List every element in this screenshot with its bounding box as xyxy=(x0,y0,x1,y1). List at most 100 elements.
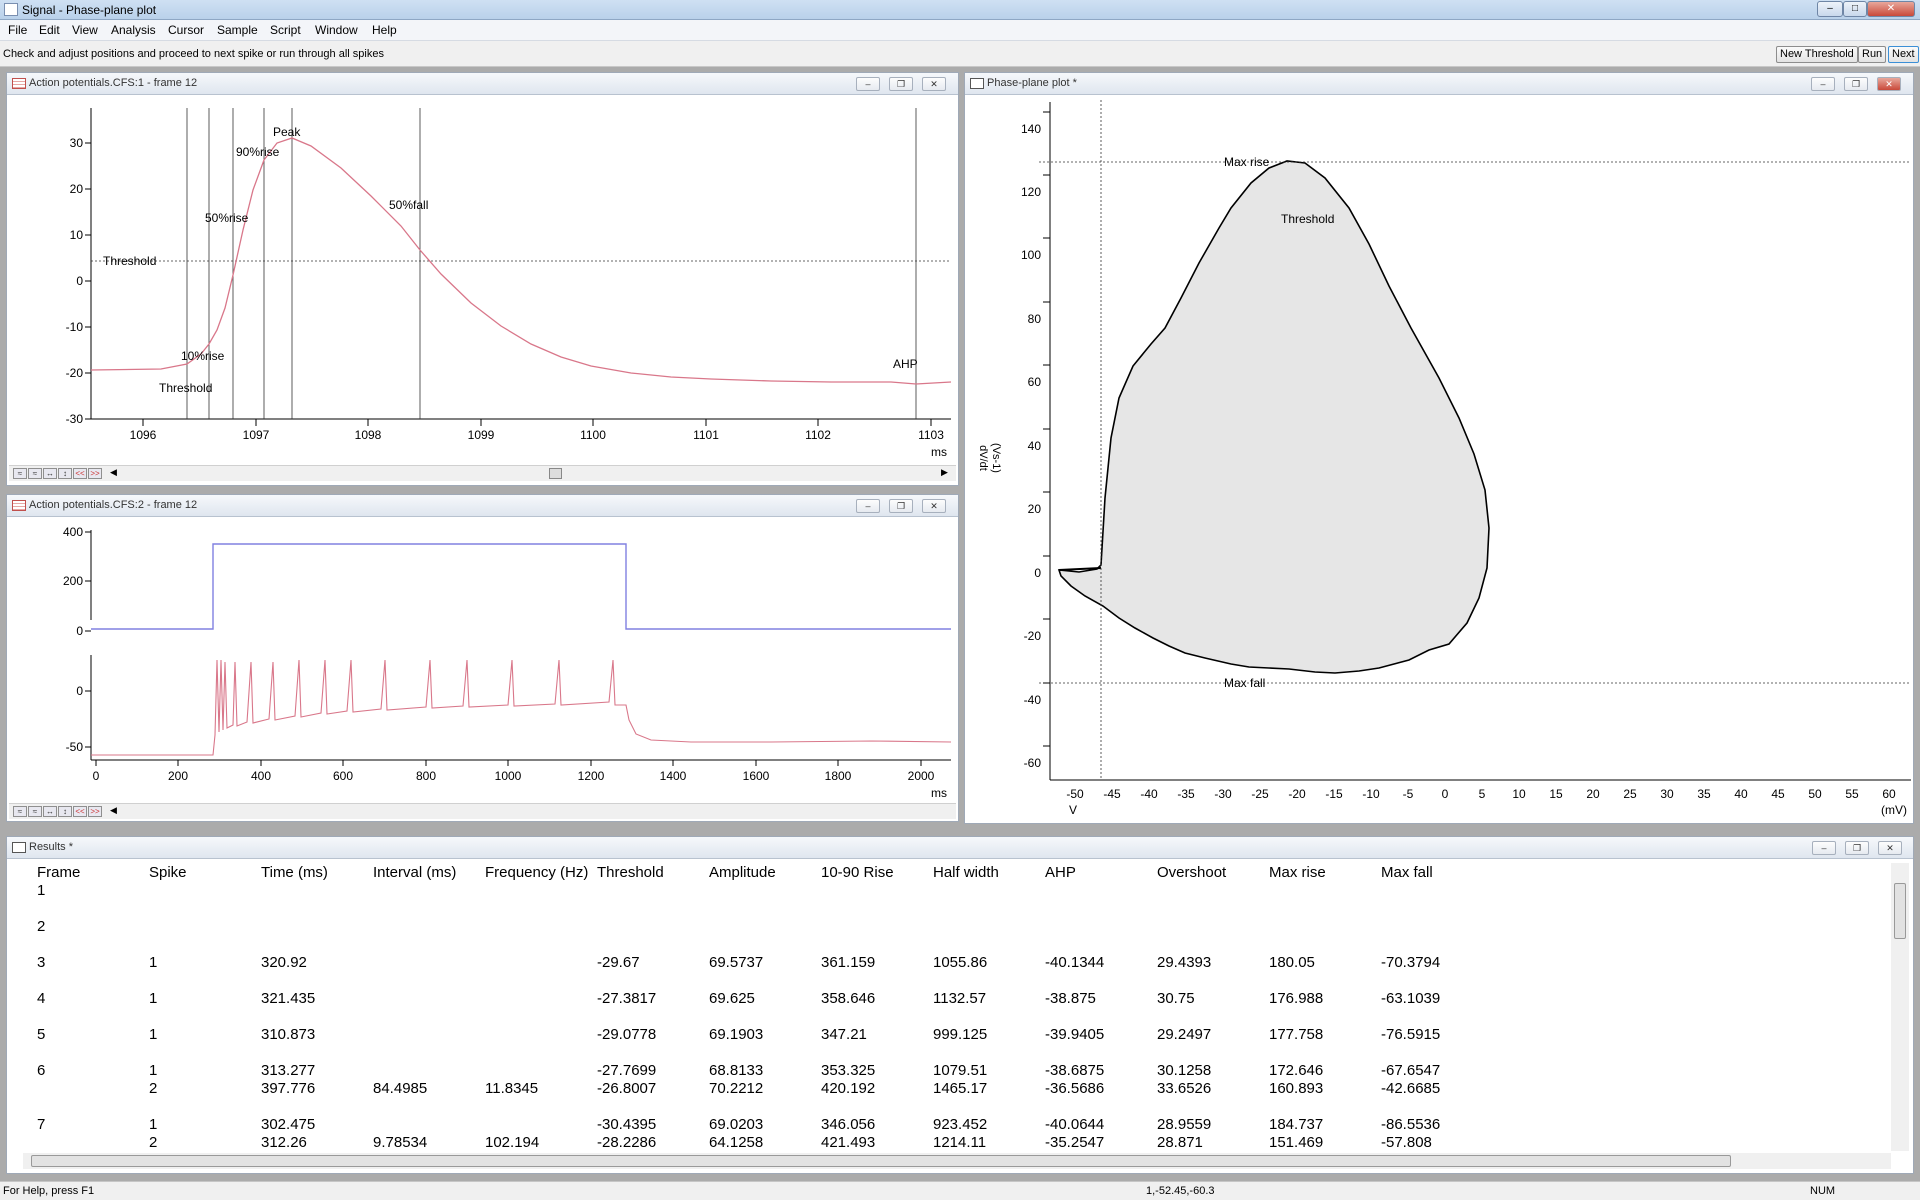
x-tick-label: 0 xyxy=(93,769,100,783)
zoom-icon[interactable]: ↔ xyxy=(43,806,57,817)
cell-time: 313.277 xyxy=(261,1062,316,1079)
scroll-thumb[interactable] xyxy=(1894,883,1906,939)
y-axis-unit: (Vs-1) xyxy=(990,443,1002,473)
x-tick-label: 1097 xyxy=(243,428,270,442)
restore-icon[interactable]: ❐ xyxy=(889,77,913,91)
menu-help[interactable]: Help xyxy=(372,23,397,37)
y-tick-label: 20 xyxy=(70,182,84,196)
data-window-icon xyxy=(12,78,26,89)
trace-tool-icon[interactable]: ≈ xyxy=(13,806,27,817)
x-tick-label: 1400 xyxy=(660,769,687,783)
x-tick-label: -45 xyxy=(1103,787,1121,801)
vertical-cursors[interactable] xyxy=(186,108,917,419)
rise-10-label: 10%rise xyxy=(181,349,225,363)
threshold-v-label: Threshold xyxy=(159,381,212,395)
minimize-icon[interactable]: – xyxy=(1812,841,1836,855)
cell-amplitude: 69.1903 xyxy=(709,1026,764,1043)
menu-cursor[interactable]: Cursor xyxy=(168,23,204,37)
minimize-icon[interactable]: – xyxy=(856,77,880,91)
cell-overshoot: 28.9559 xyxy=(1157,1116,1212,1133)
next-button[interactable]: Next xyxy=(1888,46,1919,63)
results-title: Results * xyxy=(29,841,74,853)
close-icon[interactable]: ✕ xyxy=(1867,1,1915,17)
cell-spike: 1 xyxy=(149,990,158,1007)
phase-plane-plot[interactable]: Max rise Threshold Max fall 140 120 100 … xyxy=(969,98,1911,820)
cell-max-fall: -42.6685 xyxy=(1381,1080,1441,1097)
x-tick-label: 1096 xyxy=(130,428,157,442)
cell-max-fall: -76.5915 xyxy=(1381,1026,1441,1043)
y-tick-label: 20 xyxy=(1028,502,1042,516)
minimize-icon[interactable]: – xyxy=(1817,1,1843,17)
x-unit-label: ms xyxy=(931,786,947,800)
threshold-label: Threshold xyxy=(1281,212,1334,226)
ap-trace-plot[interactable]: 30 20 10 0 -10 -20 -30 1096 1097 1098 10… xyxy=(11,98,955,462)
expand-icon[interactable]: ↕ xyxy=(58,468,72,479)
restore-icon[interactable]: ❐ xyxy=(889,499,913,513)
menu-analysis[interactable]: Analysis xyxy=(111,23,156,37)
trace-tool-icon[interactable]: ≈ xyxy=(13,468,27,479)
menu-sample[interactable]: Sample xyxy=(217,23,258,37)
header-max-rise: Max rise xyxy=(1269,864,1326,881)
frame-forward-icon[interactable]: >> xyxy=(88,468,102,479)
close-icon[interactable]: ✕ xyxy=(922,499,946,513)
overdraw-icon[interactable]: ≈ xyxy=(28,806,42,817)
cursor-coordinates: 1,-52.45,-60.3 xyxy=(1146,1185,1215,1197)
maximize-icon[interactable]: □ xyxy=(1843,1,1867,17)
cell-overshoot: 30.75 xyxy=(1157,990,1195,1007)
cell-spike: 1 xyxy=(149,954,158,971)
restore-icon[interactable]: ❐ xyxy=(1845,841,1869,855)
minimize-icon[interactable]: – xyxy=(856,499,880,513)
window-1-header: Action potentials.CFS:1 - frame 12 – ❐ ✕ xyxy=(7,73,958,95)
minimize-icon[interactable]: – xyxy=(1811,77,1835,91)
cell-rise: 421.493 xyxy=(821,1134,876,1151)
cell-rise: 347.21 xyxy=(821,1026,867,1043)
close-icon[interactable]: ✕ xyxy=(1877,77,1901,91)
max-fall-label: Max fall xyxy=(1224,676,1265,690)
x-tick-label: 1098 xyxy=(355,428,382,442)
expand-icon[interactable]: ↕ xyxy=(58,806,72,817)
cell-time: 397.776 xyxy=(261,1080,316,1097)
frame-back-icon[interactable]: << xyxy=(73,806,87,817)
scroll-left-icon[interactable]: ◀ xyxy=(110,805,117,816)
x-tick-label: 50 xyxy=(1808,787,1822,801)
close-icon[interactable]: ✕ xyxy=(922,77,946,91)
menu-window[interactable]: Window xyxy=(315,23,358,37)
menu-edit[interactable]: Edit xyxy=(39,23,60,37)
window-2-scrollbar[interactable]: ≈ ≈ ↔ ↕ << >> ◀ xyxy=(9,803,956,819)
close-icon[interactable]: ✕ xyxy=(1878,841,1902,855)
num-lock-indicator: NUM xyxy=(1810,1185,1836,1197)
x-tick-label: 1100 xyxy=(580,428,606,442)
menu-script[interactable]: Script xyxy=(270,23,301,37)
protocol-plot[interactable]: 400 200 0 0 -50 0 200 400 600 800 1000 1… xyxy=(11,520,955,802)
y-tick-label: 200 xyxy=(63,574,83,588)
run-button[interactable]: Run xyxy=(1858,46,1887,63)
frame-back-icon[interactable]: << xyxy=(73,468,87,479)
frame-forward-icon[interactable]: >> xyxy=(88,806,102,817)
overdraw-icon[interactable]: ≈ xyxy=(28,468,42,479)
new-threshold-button[interactable]: New Threshold xyxy=(1776,46,1858,63)
y-tick-label: 400 xyxy=(63,525,83,539)
menu-view[interactable]: View xyxy=(72,23,98,37)
y-tick-label: 0 xyxy=(1034,566,1041,580)
menu-file[interactable]: File xyxy=(8,23,27,37)
cell-max-fall: -86.5536 xyxy=(1381,1116,1441,1133)
cell-max-rise: 177.758 xyxy=(1269,1026,1324,1043)
cell-max-rise: 180.05 xyxy=(1269,954,1315,971)
x-tick-label: 35 xyxy=(1697,787,1711,801)
zoom-icon[interactable]: ↔ xyxy=(43,468,57,479)
cell-spike: 2 xyxy=(149,1134,158,1151)
cell-overshoot: 29.4393 xyxy=(1157,954,1212,971)
scroll-thumb[interactable] xyxy=(549,468,562,479)
cell-time: 310.873 xyxy=(261,1026,316,1043)
window-1-scrollbar[interactable]: ≈ ≈ ↔ ↕ << >> ◀ ▶ xyxy=(9,465,956,481)
scroll-left-icon[interactable]: ◀ xyxy=(110,467,117,478)
y-tick-label: 40 xyxy=(1028,439,1042,453)
horizontal-scrollbar[interactable] xyxy=(23,1153,1891,1169)
scroll-right-icon[interactable]: ▶ xyxy=(941,467,948,478)
restore-icon[interactable]: ❐ xyxy=(1844,77,1868,91)
cell-time: 312.26 xyxy=(261,1134,307,1151)
cell-ahp: -40.1344 xyxy=(1045,954,1105,971)
action-potentials-window-1: Action potentials.CFS:1 - frame 12 – ❐ ✕… xyxy=(6,72,959,486)
scroll-thumb[interactable] xyxy=(31,1155,1731,1167)
vertical-scrollbar[interactable] xyxy=(1891,863,1909,1151)
